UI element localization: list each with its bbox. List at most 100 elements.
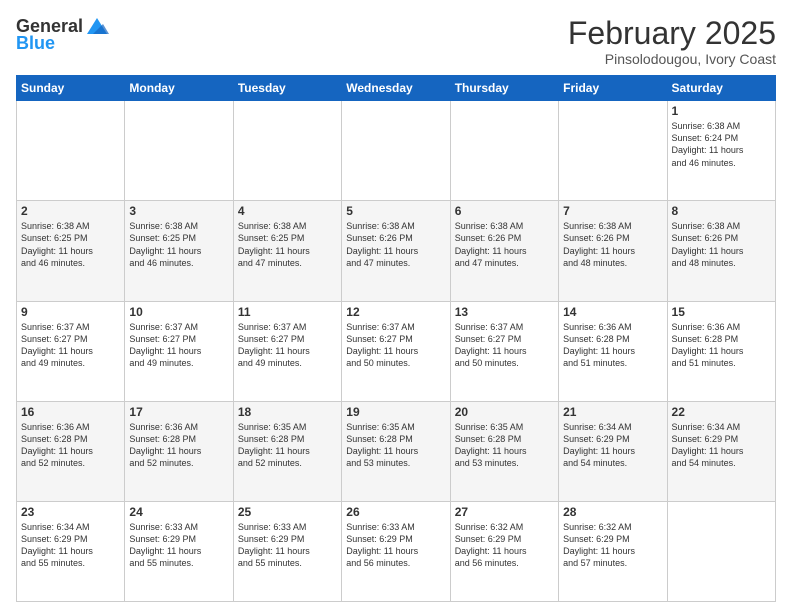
day-number: 9	[21, 305, 120, 319]
day-number: 10	[129, 305, 228, 319]
day-number: 28	[563, 505, 662, 519]
calendar-cell: 5 Sunrise: 6:38 AM Sunset: 6:26 PM Daylig…	[342, 201, 450, 301]
calendar-subtitle: Pinsolodougou, Ivory Coast	[568, 51, 776, 67]
logo-text-blue: Blue	[16, 34, 55, 54]
weekday-header-saturday: Saturday	[667, 76, 775, 101]
day-info: Sunrise: 6:32 AM Sunset: 6:29 PM Dayligh…	[563, 521, 662, 570]
day-info: Sunrise: 6:37 AM Sunset: 6:27 PM Dayligh…	[21, 321, 120, 370]
calendar-cell: 27 Sunrise: 6:32 AM Sunset: 6:29 PM Dayli…	[450, 501, 558, 601]
day-info: Sunrise: 6:38 AM Sunset: 6:26 PM Dayligh…	[455, 220, 554, 269]
calendar-cell: 26 Sunrise: 6:33 AM Sunset: 6:29 PM Dayli…	[342, 501, 450, 601]
weekday-header-wednesday: Wednesday	[342, 76, 450, 101]
day-info: Sunrise: 6:38 AM Sunset: 6:25 PM Dayligh…	[129, 220, 228, 269]
week-row-1: 1Sunrise: 6:38 AM Sunset: 6:24 PM Daylig…	[17, 101, 776, 201]
header: General Blue February 2025 Pinsolodougou…	[16, 16, 776, 67]
day-info: Sunrise: 6:33 AM Sunset: 6:29 PM Dayligh…	[238, 521, 337, 570]
calendar-cell: 10 Sunrise: 6:37 AM Sunset: 6:27 PM Dayli…	[125, 301, 233, 401]
day-number: 15	[672, 305, 771, 319]
day-info: Sunrise: 6:38 AM Sunset: 6:26 PM Dayligh…	[563, 220, 662, 269]
calendar-title: February 2025	[568, 16, 776, 51]
day-info: Sunrise: 6:37 AM Sunset: 6:27 PM Dayligh…	[346, 321, 445, 370]
calendar-cell: 19Sunrise: 6:35 AM Sunset: 6:28 PM Dayli…	[342, 401, 450, 501]
day-info: Sunrise: 6:38 AM Sunset: 6:25 PM Dayligh…	[21, 220, 120, 269]
page: General Blue February 2025 Pinsolodougou…	[0, 0, 792, 612]
day-info: Sunrise: 6:38 AM Sunset: 6:26 PM Dayligh…	[672, 220, 771, 269]
calendar-cell: 7 Sunrise: 6:38 AM Sunset: 6:26 PM Daylig…	[559, 201, 667, 301]
day-info: Sunrise: 6:37 AM Sunset: 6:27 PM Dayligh…	[455, 321, 554, 370]
day-info: Sunrise: 6:34 AM Sunset: 6:29 PM Dayligh…	[21, 521, 120, 570]
day-number: 22	[672, 405, 771, 419]
day-number: 13	[455, 305, 554, 319]
weekday-header-sunday: Sunday	[17, 76, 125, 101]
calendar-cell: 8 Sunrise: 6:38 AM Sunset: 6:26 PM Daylig…	[667, 201, 775, 301]
day-number: 6	[455, 204, 554, 218]
calendar-cell: 23 Sunrise: 6:34 AM Sunset: 6:29 PM Dayli…	[17, 501, 125, 601]
calendar-cell: 4 Sunrise: 6:38 AM Sunset: 6:25 PM Daylig…	[233, 201, 341, 301]
calendar-cell	[125, 101, 233, 201]
calendar-cell: 1Sunrise: 6:38 AM Sunset: 6:24 PM Daylig…	[667, 101, 775, 201]
day-info: Sunrise: 6:33 AM Sunset: 6:29 PM Dayligh…	[129, 521, 228, 570]
day-info: Sunrise: 6:33 AM Sunset: 6:29 PM Dayligh…	[346, 521, 445, 570]
logo: General Blue	[16, 16, 111, 54]
week-row-4: 16 Sunrise: 6:36 AM Sunset: 6:28 PM Dayli…	[17, 401, 776, 501]
day-number: 14	[563, 305, 662, 319]
day-number: 16	[21, 405, 120, 419]
day-number: 23	[21, 505, 120, 519]
calendar-cell	[233, 101, 341, 201]
calendar-cell	[450, 101, 558, 201]
weekday-header-row: SundayMondayTuesdayWednesdayThursdayFrid…	[17, 76, 776, 101]
calendar-cell: 17 Sunrise: 6:36 AM Sunset: 6:28 PM Dayli…	[125, 401, 233, 501]
weekday-header-thursday: Thursday	[450, 76, 558, 101]
calendar-cell: 21Sunrise: 6:34 AM Sunset: 6:29 PM Dayli…	[559, 401, 667, 501]
day-number: 4	[238, 204, 337, 218]
day-number: 18	[238, 405, 337, 419]
day-number: 8	[672, 204, 771, 218]
calendar-table: SundayMondayTuesdayWednesdayThursdayFrid…	[16, 75, 776, 602]
weekday-header-monday: Monday	[125, 76, 233, 101]
calendar-cell: 13 Sunrise: 6:37 AM Sunset: 6:27 PM Dayli…	[450, 301, 558, 401]
day-number: 5	[346, 204, 445, 218]
week-row-3: 9 Sunrise: 6:37 AM Sunset: 6:27 PM Daylig…	[17, 301, 776, 401]
day-info: Sunrise: 6:36 AM Sunset: 6:28 PM Dayligh…	[21, 421, 120, 470]
calendar-cell: 3Sunrise: 6:38 AM Sunset: 6:25 PM Daylig…	[125, 201, 233, 301]
logo-icon	[83, 16, 111, 38]
calendar-cell: 9 Sunrise: 6:37 AM Sunset: 6:27 PM Daylig…	[17, 301, 125, 401]
day-number: 26	[346, 505, 445, 519]
calendar-cell	[342, 101, 450, 201]
calendar-cell: 2 Sunrise: 6:38 AM Sunset: 6:25 PM Daylig…	[17, 201, 125, 301]
calendar-cell: 16 Sunrise: 6:36 AM Sunset: 6:28 PM Dayli…	[17, 401, 125, 501]
title-block: February 2025 Pinsolodougou, Ivory Coast	[568, 16, 776, 67]
day-info: Sunrise: 6:34 AM Sunset: 6:29 PM Dayligh…	[672, 421, 771, 470]
calendar-cell: 18 Sunrise: 6:35 AM Sunset: 6:28 PM Dayli…	[233, 401, 341, 501]
weekday-header-friday: Friday	[559, 76, 667, 101]
day-number: 17	[129, 405, 228, 419]
calendar-cell: 20Sunrise: 6:35 AM Sunset: 6:28 PM Dayli…	[450, 401, 558, 501]
calendar-cell: 11Sunrise: 6:37 AM Sunset: 6:27 PM Dayli…	[233, 301, 341, 401]
calendar-cell: 25 Sunrise: 6:33 AM Sunset: 6:29 PM Dayli…	[233, 501, 341, 601]
day-number: 7	[563, 204, 662, 218]
day-info: Sunrise: 6:38 AM Sunset: 6:26 PM Dayligh…	[346, 220, 445, 269]
calendar-cell: 28 Sunrise: 6:32 AM Sunset: 6:29 PM Dayli…	[559, 501, 667, 601]
day-info: Sunrise: 6:35 AM Sunset: 6:28 PM Dayligh…	[238, 421, 337, 470]
day-info: Sunrise: 6:38 AM Sunset: 6:25 PM Dayligh…	[238, 220, 337, 269]
calendar-cell: 24Sunrise: 6:33 AM Sunset: 6:29 PM Dayli…	[125, 501, 233, 601]
day-number: 27	[455, 505, 554, 519]
day-info: Sunrise: 6:34 AM Sunset: 6:29 PM Dayligh…	[563, 421, 662, 470]
day-info: Sunrise: 6:37 AM Sunset: 6:27 PM Dayligh…	[238, 321, 337, 370]
calendar-cell: 15 Sunrise: 6:36 AM Sunset: 6:28 PM Dayli…	[667, 301, 775, 401]
day-info: Sunrise: 6:32 AM Sunset: 6:29 PM Dayligh…	[455, 521, 554, 570]
day-number: 12	[346, 305, 445, 319]
day-info: Sunrise: 6:35 AM Sunset: 6:28 PM Dayligh…	[455, 421, 554, 470]
calendar-cell	[17, 101, 125, 201]
day-info: Sunrise: 6:35 AM Sunset: 6:28 PM Dayligh…	[346, 421, 445, 470]
day-number: 2	[21, 204, 120, 218]
calendar-cell: 6 Sunrise: 6:38 AM Sunset: 6:26 PM Daylig…	[450, 201, 558, 301]
week-row-2: 2 Sunrise: 6:38 AM Sunset: 6:25 PM Daylig…	[17, 201, 776, 301]
day-number: 25	[238, 505, 337, 519]
day-info: Sunrise: 6:36 AM Sunset: 6:28 PM Dayligh…	[129, 421, 228, 470]
calendar-cell: 14Sunrise: 6:36 AM Sunset: 6:28 PM Dayli…	[559, 301, 667, 401]
calendar-cell: 12 Sunrise: 6:37 AM Sunset: 6:27 PM Dayli…	[342, 301, 450, 401]
day-info: Sunrise: 6:36 AM Sunset: 6:28 PM Dayligh…	[672, 321, 771, 370]
day-info: Sunrise: 6:37 AM Sunset: 6:27 PM Dayligh…	[129, 321, 228, 370]
day-number: 1	[672, 104, 771, 118]
